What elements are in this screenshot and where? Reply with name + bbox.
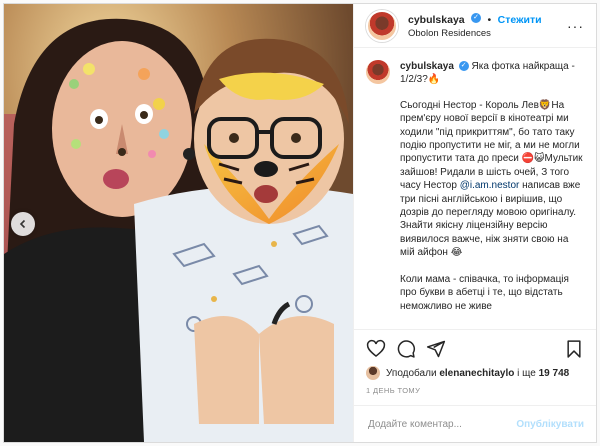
liker-username[interactable]: elenanechitaylo — [439, 368, 514, 379]
commenter-avatar[interactable] — [366, 60, 390, 84]
chevron-left-icon — [19, 219, 26, 229]
more-icon[interactable]: ··· — [567, 18, 584, 34]
bookmark-icon[interactable] — [564, 339, 584, 359]
likes-prefix: Уподобали — [386, 367, 437, 379]
post-photo[interactable] — [4, 4, 353, 442]
publish-button[interactable]: Опублікувати — [516, 419, 584, 430]
post-actions: Уподобали elenanechitaylo і ще 19 748 1 … — [354, 329, 596, 405]
post-header: cybulskaya ✓ • Стежити Obolon Residences… — [354, 4, 596, 48]
comment-icon[interactable] — [396, 339, 416, 359]
caption-paragraph-1: Сьогодні Нестор - Король Лев🦁На прем'єру… — [400, 99, 584, 260]
post-image — [4, 4, 353, 442]
post-location[interactable]: Obolon Residences — [408, 27, 542, 40]
caption-comment: cybulskaya ✓ Яка фотка найкраща - 1/2/3?… — [366, 60, 584, 87]
caption-paragraph-2: Коли мама - співачка, то інформація про … — [400, 273, 572, 312]
likes-count[interactable]: 19 748 — [539, 368, 570, 379]
separator-dot: • — [487, 13, 492, 26]
likes-line: Уподобали elenanechitaylo і ще 19 748 — [366, 366, 584, 380]
mention-link[interactable]: @i.am.nestor — [460, 180, 520, 191]
instagram-post: cybulskaya ✓ • Стежити Obolon Residences… — [3, 3, 597, 443]
caption-text-1-end: написав вже три пісні англійською і вирі… — [400, 180, 584, 259]
caption-body: Сьогодні Нестор - Король Лев🦁На прем'єру… — [400, 99, 584, 313]
follow-button[interactable]: Стежити — [498, 14, 542, 26]
comment-input[interactable] — [366, 417, 517, 431]
previous-photo-button[interactable] — [11, 212, 35, 236]
heart-icon[interactable] — [366, 339, 386, 359]
author-avatar[interactable] — [366, 9, 398, 42]
comments-area[interactable]: cybulskaya ✓ Яка фотка найкраща - 1/2/3?… — [354, 48, 596, 329]
post-timestamp[interactable]: 1 ДЕНЬ ТОМУ — [366, 386, 584, 395]
caption-text-1: Сьогодні Нестор - Король Лев🦁На прем'єру… — [400, 99, 586, 192]
author-username[interactable]: cybulskaya — [408, 14, 465, 26]
liker-avatar[interactable] — [366, 366, 380, 380]
post-side-panel: cybulskaya ✓ • Стежити Obolon Residences… — [353, 4, 596, 442]
action-icons-row — [366, 336, 584, 362]
likes-middle: і ще — [517, 367, 536, 379]
verified-badge-icon: ✓ — [471, 13, 482, 24]
verified-badge-icon: ✓ — [458, 61, 469, 72]
add-comment-bar: Опублікувати — [354, 405, 596, 442]
share-icon[interactable] — [426, 339, 446, 359]
commenter-username[interactable]: cybulskaya — [400, 61, 454, 72]
